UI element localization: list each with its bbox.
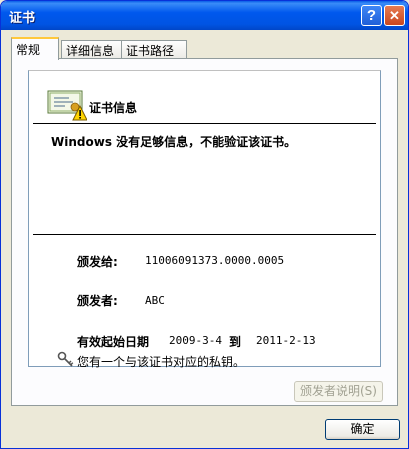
divider [33, 123, 376, 124]
issued-to-value: 11006091373.0000.0005 [145, 254, 285, 267]
certificate-dialog: 证书 ? 常规 详细信息 证书路径 证书信息 Windows 没有足够信息，不能… [0, 0, 409, 449]
private-key-note: 您有一个与该证书对应的私钥。 [77, 355, 246, 369]
valid-to-value: 2011-2-13 [256, 334, 316, 347]
help-icon[interactable]: ? [361, 5, 382, 26]
issued-by-label: 颁发者: [77, 294, 118, 308]
issued-to-label: 颁发给: [77, 255, 118, 269]
valid-from-label: 有效起始日期 [77, 335, 150, 349]
verification-warning: Windows 没有足够信息，不能验证该证书。 [51, 135, 297, 149]
certificate-info-box: 证书信息 Windows 没有足够信息，不能验证该证书。 颁发给: 110060… [28, 70, 381, 369]
issued-by-value: ABC [145, 294, 165, 307]
window-title: 证书 [9, 11, 36, 26]
tab-general[interactable]: 常规 [11, 37, 59, 60]
close-icon[interactable] [384, 5, 405, 26]
key-icon [57, 351, 74, 367]
title-bar[interactable]: 证书 ? [1, 1, 408, 30]
certificate-warning-icon [47, 90, 87, 121]
valid-from-value: 2009-3-4 [169, 334, 222, 347]
certificate-info-heading: 证书信息 [89, 101, 138, 115]
issuer-statement-button[interactable]: 颁发者说明(S) [294, 381, 383, 402]
divider [33, 234, 376, 235]
general-tab-panel: 证书信息 Windows 没有足够信息，不能验证该证书。 颁发给: 110060… [11, 58, 398, 406]
ok-button[interactable]: 确定 [325, 419, 400, 440]
valid-to-label: 到 [229, 335, 242, 349]
tab-certification-path[interactable]: 证书路径 [121, 40, 187, 58]
tab-details[interactable]: 详细信息 [61, 40, 127, 58]
